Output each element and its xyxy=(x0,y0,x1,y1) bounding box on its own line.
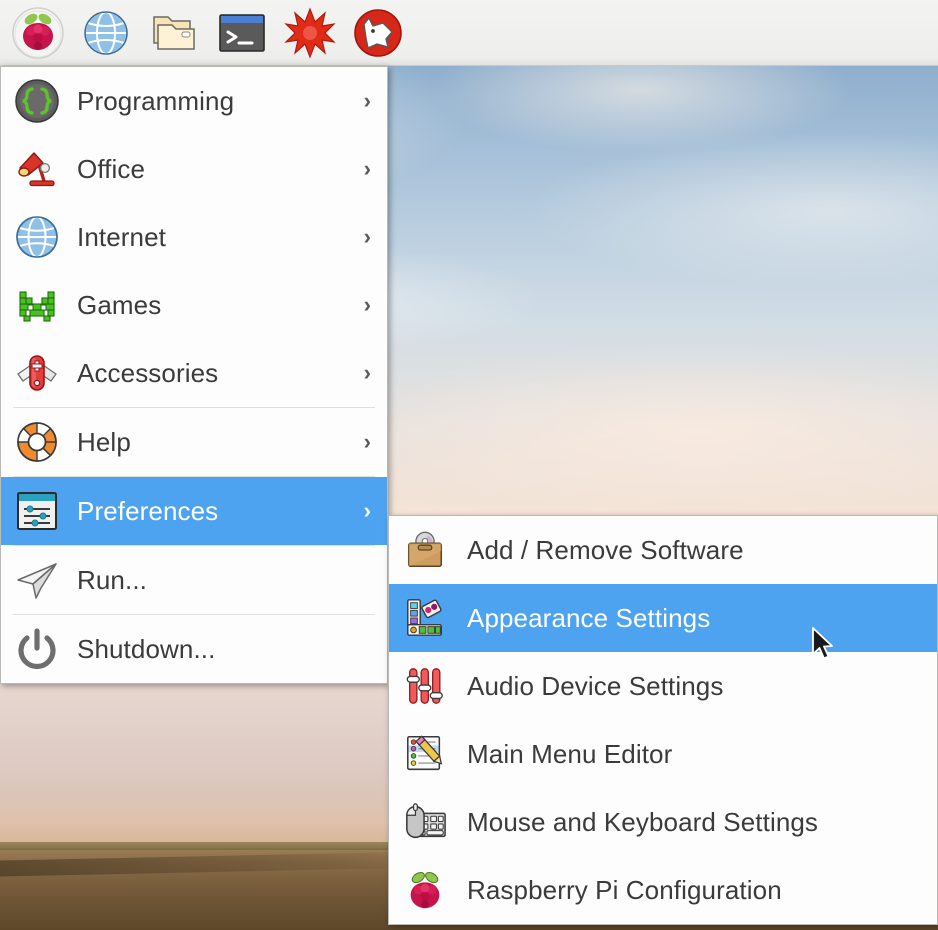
taskbar xyxy=(0,0,938,66)
submenu-item-audio-device-settings[interactable]: Audio Device Settings xyxy=(389,652,937,720)
chevron-right-icon: › xyxy=(364,224,377,250)
menu-item-games[interactable]: Games › xyxy=(1,271,387,339)
menu-item-run[interactable]: Run... xyxy=(1,546,387,614)
terminal-icon xyxy=(216,10,268,56)
wolf-head-icon xyxy=(352,7,404,59)
menu-item-label: Programming xyxy=(77,86,234,117)
submenu-item-label: Mouse and Keyboard Settings xyxy=(467,807,818,838)
web-browser-button[interactable] xyxy=(74,3,138,63)
life-ring-icon xyxy=(13,418,61,466)
braces-icon xyxy=(13,77,61,125)
menu-item-label: Preferences xyxy=(77,496,218,527)
menu-item-label: Office xyxy=(77,154,145,185)
raspberry-pi-logo-icon xyxy=(10,5,66,61)
desktop-screen: Programming › Office › xyxy=(0,0,938,930)
starburst-icon xyxy=(284,7,336,59)
submenu-item-mouse-keyboard-settings[interactable]: Mouse and Keyboard Settings xyxy=(389,788,937,856)
menu-item-preferences[interactable]: Preferences › xyxy=(1,477,387,545)
wolfram-button[interactable] xyxy=(346,3,410,63)
submenu-item-label: Audio Device Settings xyxy=(467,671,723,702)
submenu-item-main-menu-editor[interactable]: Main Menu Editor xyxy=(389,720,937,788)
submenu-item-add-remove-software[interactable]: Add / Remove Software xyxy=(389,516,937,584)
submenu-item-label: Main Menu Editor xyxy=(467,739,672,770)
paper-plane-icon xyxy=(13,556,61,604)
menu-item-office[interactable]: Office › xyxy=(1,135,387,203)
chevron-right-icon: › xyxy=(364,498,377,524)
menu-edit-pencil-icon xyxy=(403,730,447,778)
sliders-window-icon xyxy=(13,487,61,535)
raspberry-pi-logo-icon xyxy=(403,866,447,914)
mouse-keyboard-icon xyxy=(403,798,447,846)
menu-item-label: Games xyxy=(77,290,161,321)
submenu-item-label: Add / Remove Software xyxy=(467,535,744,566)
menu-item-label: Internet xyxy=(77,222,166,253)
menu-item-label: Run... xyxy=(77,565,147,596)
menu-item-shutdown[interactable]: Shutdown... xyxy=(1,615,387,683)
folders-icon xyxy=(148,9,200,57)
preferences-submenu: Add / Remove Software xyxy=(388,515,938,925)
power-icon xyxy=(13,625,61,673)
space-invader-icon xyxy=(13,281,61,329)
desk-lamp-icon xyxy=(13,145,61,193)
menu-item-help[interactable]: Help › xyxy=(1,408,387,476)
menu-item-programming[interactable]: Programming › xyxy=(1,67,387,135)
chevron-right-icon: › xyxy=(364,429,377,455)
raspberry-menu-button[interactable] xyxy=(6,3,70,63)
menu-item-label: Accessories xyxy=(77,358,218,389)
submenu-item-label: Appearance Settings xyxy=(467,603,710,634)
color-palette-icon xyxy=(403,594,447,642)
submenu-item-label: Raspberry Pi Configuration xyxy=(467,875,782,906)
menu-item-label: Shutdown... xyxy=(77,634,215,665)
chevron-right-icon: › xyxy=(364,292,377,318)
file-manager-button[interactable] xyxy=(142,3,206,63)
menu-item-accessories[interactable]: Accessories › xyxy=(1,339,387,407)
submenu-item-appearance-settings[interactable]: Appearance Settings xyxy=(389,584,937,652)
main-menu: Programming › Office › xyxy=(0,66,388,684)
software-package-icon xyxy=(403,526,447,574)
mathematica-button[interactable] xyxy=(278,3,342,63)
chevron-right-icon: › xyxy=(364,156,377,182)
submenu-item-raspberry-pi-configuration[interactable]: Raspberry Pi Configuration xyxy=(389,856,937,924)
chevron-right-icon: › xyxy=(364,88,377,114)
globe-icon xyxy=(82,9,130,57)
chevron-right-icon: › xyxy=(364,360,377,386)
menu-item-internet[interactable]: Internet › xyxy=(1,203,387,271)
audio-sliders-icon xyxy=(403,662,447,710)
menu-item-label: Help xyxy=(77,427,131,458)
terminal-button[interactable] xyxy=(210,3,274,63)
globe-icon xyxy=(13,213,61,261)
swiss-army-knife-icon xyxy=(13,349,61,397)
